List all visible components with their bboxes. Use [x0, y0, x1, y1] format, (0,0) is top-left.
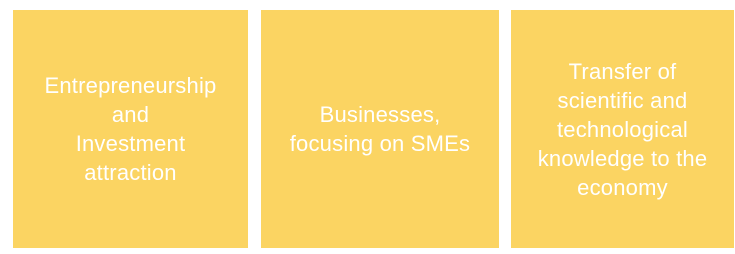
box-entrepreneurship-investment-label: Entrepreneurship and Investment attracti…	[44, 73, 217, 185]
box-knowledge-transfer: Transfer of scientific and technological…	[511, 10, 734, 248]
focus-areas-row: Entrepreneurship and Investment attracti…	[0, 0, 735, 254]
box-businesses-smes-label: Businesses, focusing on SMEs	[289, 102, 471, 156]
box-entrepreneurship-investment: Entrepreneurship and Investment attracti…	[13, 10, 248, 248]
box-businesses-smes: Businesses, focusing on SMEs	[261, 10, 499, 248]
box-knowledge-transfer-label: Transfer of scientific and technological…	[537, 58, 708, 200]
